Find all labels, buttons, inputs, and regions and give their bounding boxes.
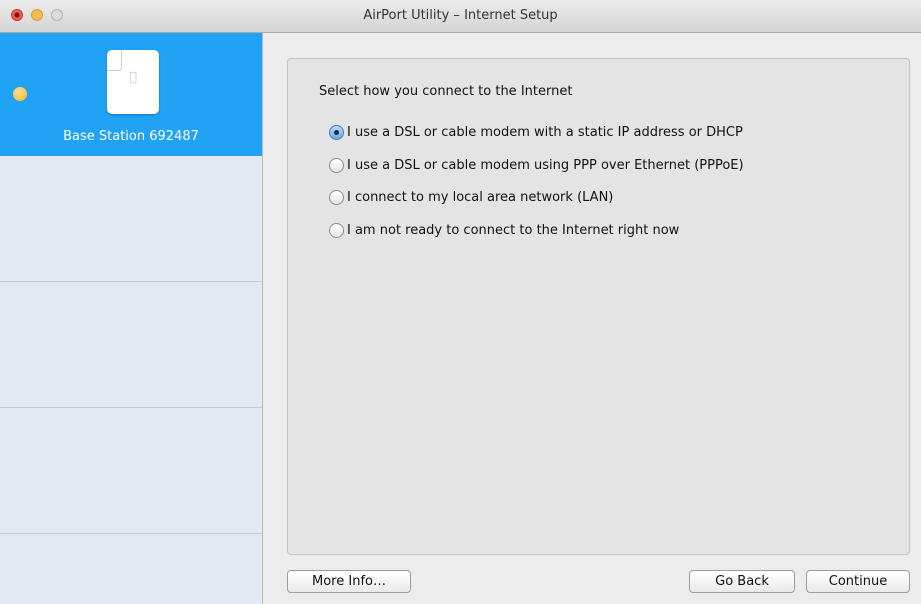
sidebar-empty-slot [0,156,262,282]
title-bar: AirPort Utility – Internet Setup [0,0,921,33]
window-title: AirPort Utility – Internet Setup [363,8,558,23]
sidebar-empty-slot [0,408,262,534]
airport-utility-window: AirPort Utility – Internet Setup  Base … [0,0,921,604]
sidebar:  Base Station 692487 [0,33,263,604]
status-indicator-icon [13,87,27,101]
option-label[interactable]: I use a DSL or cable modem using PPP ove… [347,158,744,174]
option-label[interactable]: I am not ready to connect to the Interne… [347,223,679,239]
base-station-label: Base Station 692487 [63,129,199,144]
connection-prompt: Select how you connect to the Internet [319,84,573,99]
sidebar-empty-slot [0,282,262,408]
airport-base-station-icon:  [107,50,159,114]
apple-logo-icon:  [107,70,159,85]
option-label[interactable]: I connect to my local area network (LAN) [347,190,613,206]
radio-button[interactable] [329,157,344,173]
go-back-button[interactable]: Go Back [689,570,795,593]
connection-options-panel: Select how you connect to the Internet I… [287,58,910,555]
sidebar-item-base-station[interactable]:  Base Station 692487 [0,33,262,156]
continue-button[interactable]: Continue [806,570,910,593]
option-label[interactable]: I use a DSL or cable modem with a static… [347,125,743,141]
radio-button[interactable] [329,222,344,238]
radio-button-selected[interactable] [329,125,344,140]
more-info-button[interactable]: More Info… [287,570,411,593]
radio-button[interactable] [329,190,344,205]
